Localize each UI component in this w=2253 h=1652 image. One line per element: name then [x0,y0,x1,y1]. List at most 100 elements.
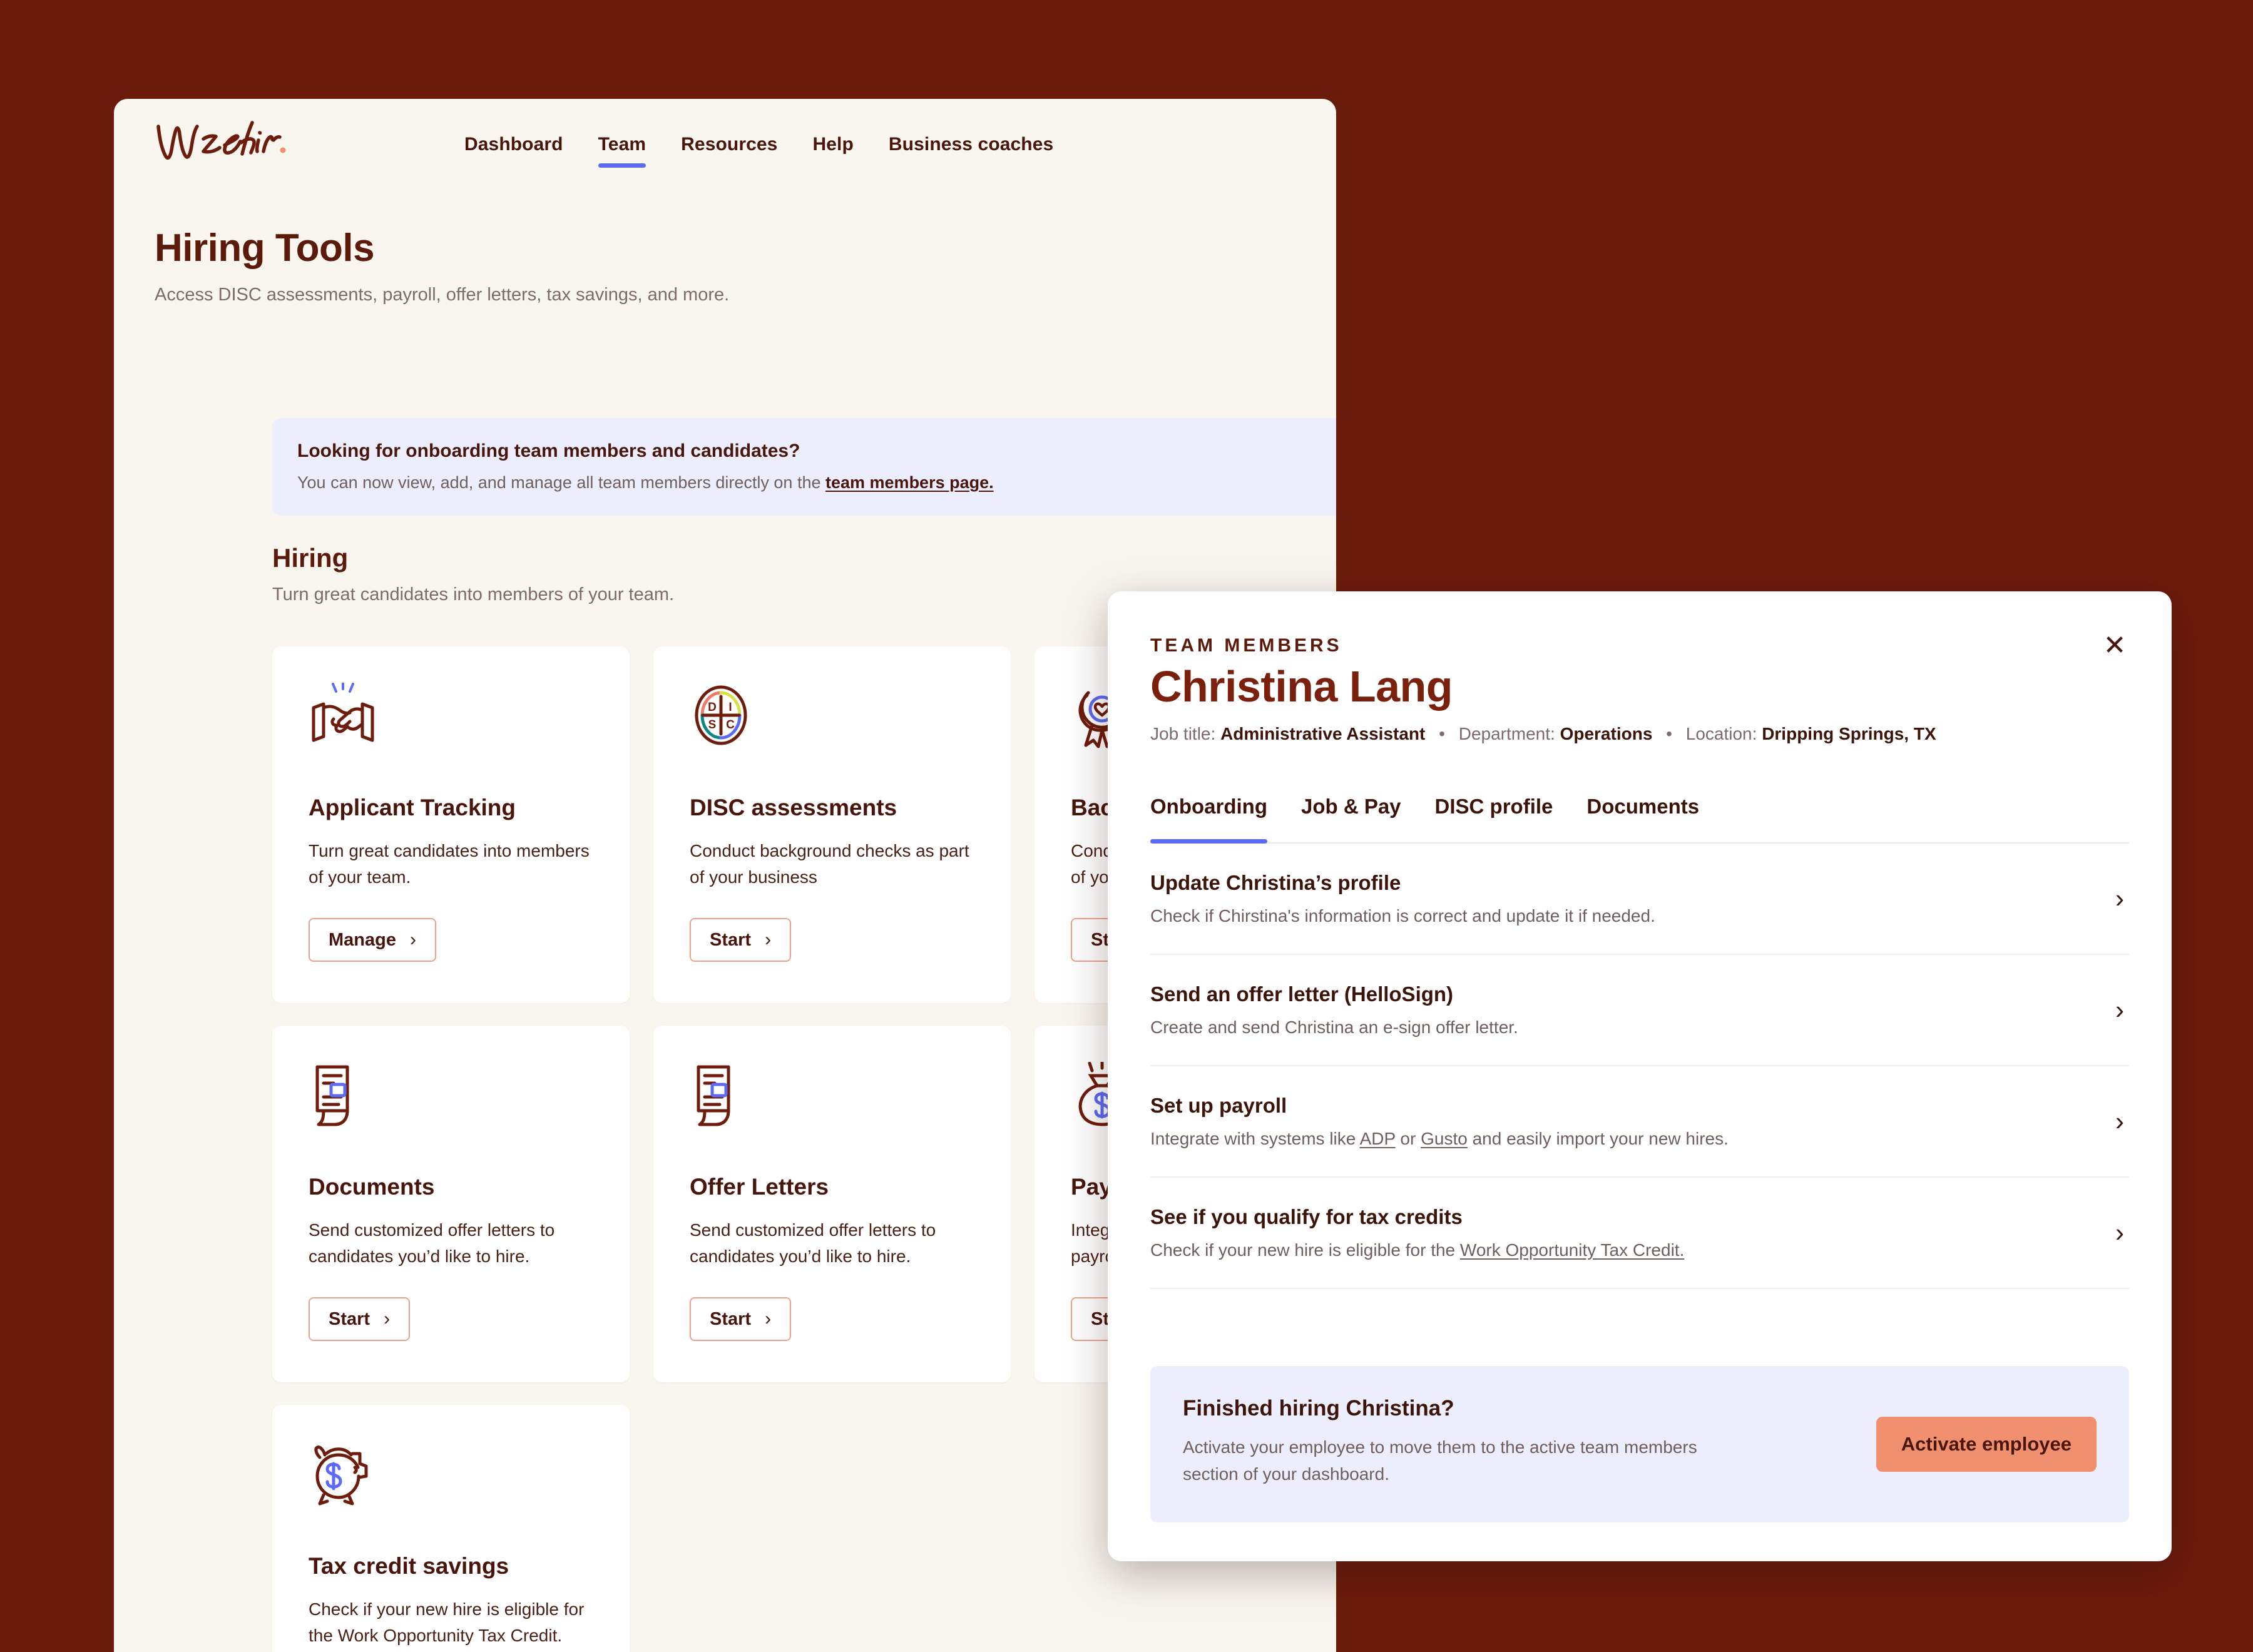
step-description: Integrate with systems like ADP or Gusto… [1150,1129,2073,1149]
section-subtitle: Turn great candidates into members of yo… [272,584,675,604]
tool-card-description: Check if your new hire is eligible for t… [309,1599,585,1646]
team-members-page-link[interactable]: team members page. [825,473,994,492]
tool-card-description: Send customized offer letters to candida… [309,1220,555,1267]
svg-text:D: D [708,701,717,714]
tool-card-documents[interactable]: Documents Send customized offer letters … [272,1026,630,1382]
tool-card-tax-credit-savings[interactable]: Tax credit savings Check if your new hir… [272,1405,630,1652]
onboarding-notice-banner[interactable]: Looking for onboarding team members and … [272,418,1336,516]
tab-disc-profile[interactable]: DISC profile [1435,795,1553,842]
onboarding-step-tax-credits[interactable]: See if you qualify for tax credits Check… [1150,1178,2129,1289]
adp-link[interactable]: ADP [1360,1129,1396,1148]
job-title-value: Administrative Assistant [1220,724,1426,743]
activate-employee-button[interactable]: Activate employee [1876,1417,2097,1472]
page-subtitle: Access DISC assessments, payroll, offer … [155,285,730,305]
step-text: Integrate with systems like [1150,1129,1360,1148]
tab-documents[interactable]: Documents [1586,795,1699,842]
tool-card-title: Offer Letters [690,1174,829,1200]
onboarding-step-update-profile[interactable]: Update Christina’s profile Check if Chir… [1150,844,2129,955]
step-title: Send an offer letter (HelloSign) [1150,982,1454,1006]
nav-item-resources[interactable]: Resources [681,125,777,174]
step-title: Set up payroll [1150,1094,1287,1117]
location-label: Location: [1685,724,1757,743]
chevron-right-icon: › [384,1308,391,1329]
page-title: Hiring Tools [155,227,375,270]
section-title: Hiring [272,543,349,573]
location-value: Dripping Springs, TX [1762,724,1936,743]
callout-description: Activate your employee to move them to t… [1183,1437,1697,1484]
tool-card-title: Documents [309,1174,435,1200]
department-label: Department: [1458,724,1555,743]
disc-circle-icon: D I S C [690,683,974,752]
button-label: Start [710,1308,752,1329]
hiring-section-header: Hiring Turn great candidates into member… [272,543,674,605]
step-description: Create and send Christina an e-sign offe… [1150,1017,1518,1037]
step-text: and easily import your new hires. [1467,1129,1729,1148]
document-icon [309,1062,593,1131]
onboarding-step-offer-letter[interactable]: Send an offer letter (HelloSign) Create … [1150,955,2129,1066]
chevron-right-icon: › [409,929,416,950]
svg-text:I: I [728,701,732,714]
tool-card-applicant-tracking[interactable]: Applicant Tracking Turn great candidates… [272,646,630,1003]
start-button[interactable]: Start › [690,1297,792,1341]
chevron-right-icon: › [765,1308,772,1329]
piggy-bank-icon [309,1441,593,1510]
team-member-meta: Job title: Administrative Assistant • De… [1150,724,1936,744]
svg-text:C: C [726,718,735,732]
notice-title: Looking for onboarding team members and … [297,441,800,461]
activate-employee-callout: Finished hiring Christina? Activate your… [1150,1366,2129,1522]
onboarding-step-list: Update Christina’s profile Check if Chir… [1150,844,2129,1289]
page-header: Hiring Tools Access DISC assessments, pa… [155,227,729,307]
step-text: or [1395,1129,1421,1148]
notice-text: You can now view, add, and manage all te… [297,473,825,492]
meta-separator: • [1439,724,1445,743]
tool-card-title: DISC assessments [690,795,897,820]
nav-item-business-coaches[interactable]: Business coaches [889,125,1053,174]
wizehire-logo[interactable] [155,118,286,168]
tool-card-description: Send customized offer letters to candida… [690,1220,936,1267]
notice-subtitle: You can now view, add, and manage all te… [297,473,994,492]
top-navigation-bar: Dashboard Team Resources Help Business c… [114,99,1336,186]
button-label: Start [329,1308,370,1329]
screenshot-root: Dashboard Team Resources Help Business c… [0,0,2253,1652]
button-label: Start [710,929,752,950]
tool-card-title: Tax credit savings [309,1553,509,1579]
button-label: Manage [329,929,396,950]
nav-links: Dashboard Team Resources Help Business c… [464,125,1053,174]
step-title: See if you qualify for tax credits [1150,1205,1463,1228]
close-icon[interactable]: ✕ [2097,628,2133,664]
tool-card-disc-assessments[interactable]: D I S C DISC assessments Conduct backgro… [653,646,1011,1003]
panel-tab-bar: Onboarding Job & Pay DISC profile Docume… [1150,795,2129,844]
panel-eyebrow-label: TEAM MEMBERS [1150,635,1342,656]
department-value: Operations [1560,724,1653,743]
onboarding-step-setup-payroll[interactable]: Set up payroll Integrate with systems li… [1150,1066,2129,1178]
wotc-link[interactable]: Work Opportunity Tax Credit. [1460,1240,1684,1260]
team-member-name: Christina Lang [1150,662,1453,711]
tool-card-description: Conduct background checks as part of you… [690,841,969,887]
start-button[interactable]: Start › [309,1297,411,1341]
meta-separator: • [1666,724,1672,743]
tool-card-title: Applicant Tracking [309,795,516,820]
svg-text:S: S [708,718,717,732]
nav-item-team[interactable]: Team [598,125,646,174]
handshake-icon [309,683,593,752]
step-description: Check if Chirstina's information is corr… [1150,906,1655,925]
tab-onboarding[interactable]: Onboarding [1150,795,1267,844]
document-icon [690,1062,974,1131]
start-button[interactable]: Start › [690,918,792,962]
job-title-label: Job title: [1150,724,1216,743]
chevron-right-icon: › [2115,995,2124,1024]
nav-item-help[interactable]: Help [812,125,853,174]
nav-item-dashboard[interactable]: Dashboard [464,125,563,174]
callout-title: Finished hiring Christina? [1183,1396,1454,1420]
step-text: Check if your new hire is eligible for t… [1150,1240,1460,1260]
team-member-detail-panel: TEAM MEMBERS ✕ Christina Lang Job title:… [1108,591,2172,1561]
step-description: Check if your new hire is eligible for t… [1150,1240,2073,1260]
chevron-right-icon: › [2115,1106,2124,1136]
tool-card-description: Turn great candidates into members of yo… [309,841,590,887]
chevron-right-icon: › [2115,1218,2124,1247]
manage-button[interactable]: Manage › [309,918,436,962]
gusto-link[interactable]: Gusto [1421,1129,1468,1148]
tab-job-and-pay[interactable]: Job & Pay [1301,795,1401,842]
tool-card-offer-letters[interactable]: Offer Letters Send customized offer lett… [653,1026,1011,1382]
chevron-right-icon: › [765,929,772,950]
